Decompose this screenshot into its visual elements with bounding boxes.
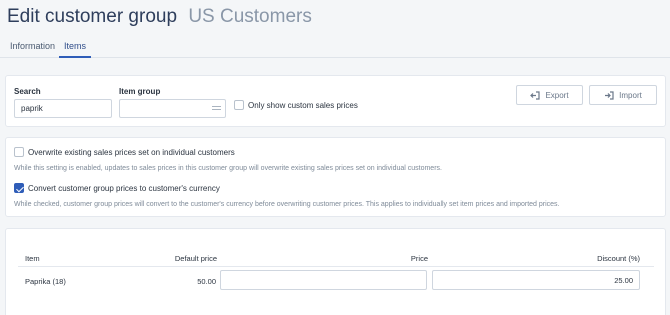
settings-panel: Overwrite existing sales prices set on i… xyxy=(5,137,666,217)
column-header-price: Price xyxy=(410,254,428,263)
column-header-item: Item xyxy=(25,254,40,263)
row-default-price: 50.00 xyxy=(197,277,216,286)
row-price-input[interactable] xyxy=(220,270,427,290)
page-title-main: Edit customer group xyxy=(7,6,178,27)
overwrite-prices-help: While this setting is enabled, updates t… xyxy=(14,165,442,172)
custom-prices-checkbox[interactable] xyxy=(234,100,244,110)
item-group-select[interactable] xyxy=(119,99,226,118)
row-item-name: Paprika (18) xyxy=(25,277,66,286)
page-title-group-name: US Customers xyxy=(188,6,312,27)
export-arrow-icon xyxy=(530,90,541,100)
custom-prices-label: Only show custom sales prices xyxy=(248,101,358,110)
table-header-divider xyxy=(18,266,654,267)
page-title: Edit customer group US Customers xyxy=(7,6,312,28)
import-arrow-icon xyxy=(605,90,614,100)
export-button-label: Export xyxy=(545,90,569,100)
search-panel: Search Item group Only show custom sales… xyxy=(5,75,666,127)
import-button[interactable]: Import xyxy=(589,85,657,105)
search-label: Search xyxy=(14,87,41,96)
tab-information[interactable]: Information xyxy=(10,40,55,58)
list-select-icon xyxy=(212,106,221,113)
convert-currency-checkbox[interactable] xyxy=(14,183,24,193)
items-table: Item Default price Price Discount (%) Pa… xyxy=(5,228,666,315)
convert-currency-label: Convert customer group prices to custome… xyxy=(28,184,220,193)
export-button[interactable]: Export xyxy=(516,85,583,105)
overwrite-prices-label: Overwrite existing sales prices set on i… xyxy=(28,148,235,157)
overwrite-prices-checkbox[interactable] xyxy=(14,147,24,157)
column-header-default-price: Default price xyxy=(174,254,217,263)
tab-bar: Information Items xyxy=(0,32,670,58)
tab-items[interactable]: Items xyxy=(59,40,91,58)
row-discount-input[interactable] xyxy=(432,270,640,290)
import-button-label: Import xyxy=(619,90,642,100)
convert-currency-help: While checked, customer group prices wil… xyxy=(14,201,560,208)
column-header-discount: Discount (%) xyxy=(597,254,640,263)
search-input[interactable] xyxy=(14,99,112,118)
item-group-label: Item group xyxy=(119,87,161,96)
